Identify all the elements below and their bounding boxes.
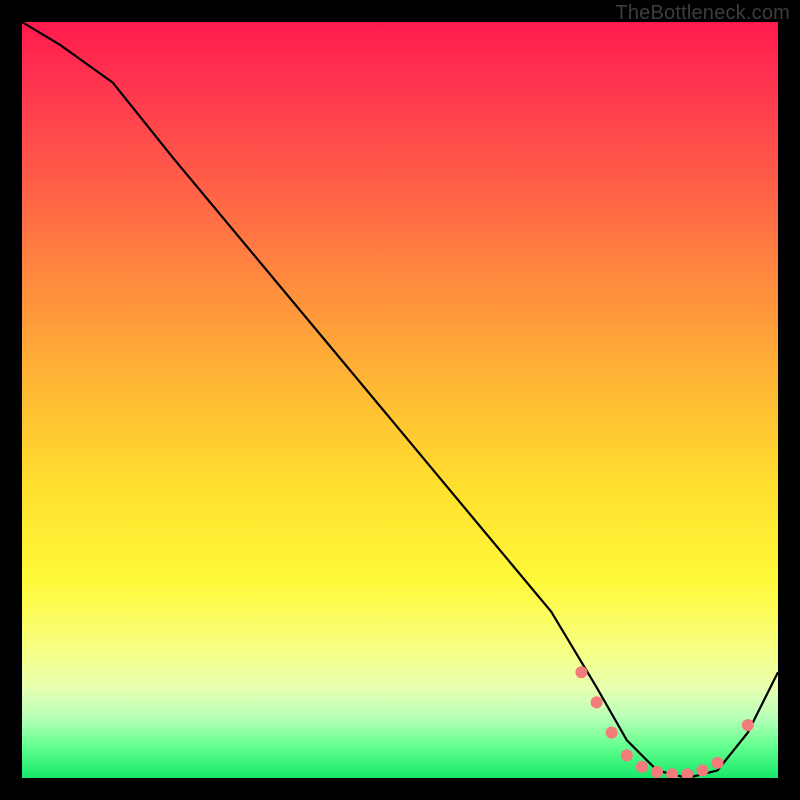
curve-markers bbox=[575, 666, 753, 778]
gradient-plot-area bbox=[22, 22, 778, 778]
bottleneck-curve bbox=[22, 22, 778, 778]
marker-dot bbox=[742, 719, 754, 731]
marker-dot bbox=[606, 727, 618, 739]
marker-dot bbox=[666, 768, 678, 778]
attribution-text: TheBottleneck.com bbox=[615, 2, 790, 25]
marker-dot bbox=[651, 766, 663, 778]
curve-svg bbox=[22, 22, 778, 778]
marker-dot bbox=[621, 749, 633, 761]
marker-dot bbox=[636, 761, 648, 773]
marker-dot bbox=[712, 757, 724, 769]
marker-dot bbox=[696, 764, 708, 776]
marker-dot bbox=[681, 768, 693, 778]
marker-dot bbox=[575, 666, 587, 678]
marker-dot bbox=[591, 696, 603, 708]
chart-stage: TheBottleneck.com bbox=[0, 0, 800, 800]
